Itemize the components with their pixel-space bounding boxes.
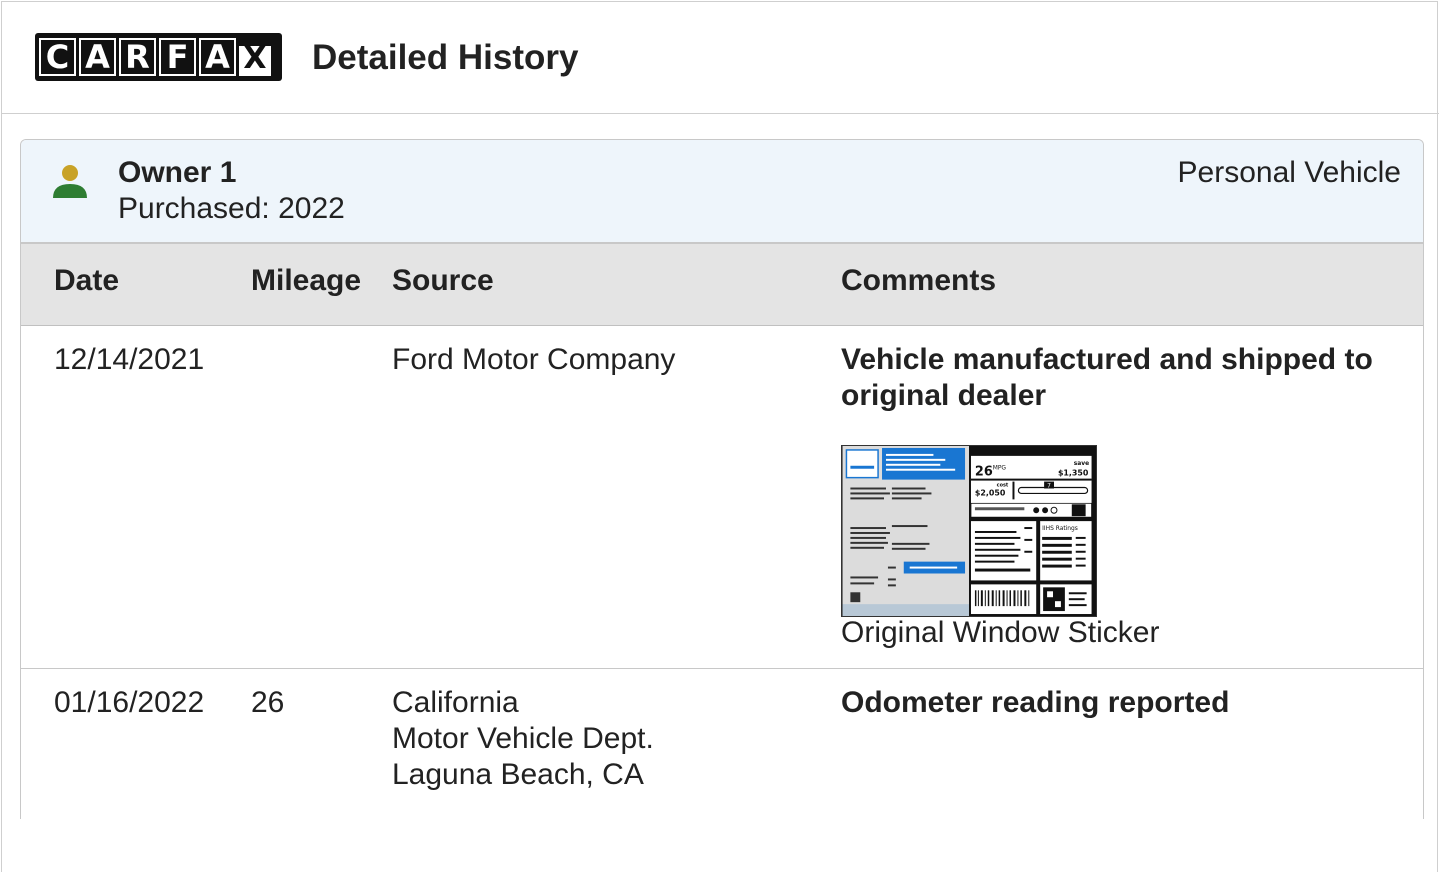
column-header-source: Source: [392, 264, 494, 297]
owner-history-card: Owner 1 Purchased: 2022 Personal Vehicle…: [20, 139, 1424, 819]
report-header: C A R F A X Detailed History: [2, 2, 1439, 114]
sticker-mpg: 26: [975, 465, 993, 480]
page-title: Detailed History: [312, 38, 579, 77]
column-header-date: Date: [54, 264, 120, 297]
owner-purchased-year: Purchased: 2022: [118, 192, 345, 225]
column-header-comments: Comments: [841, 264, 997, 297]
row-comment: Vehicle manufactured and shipped to orig…: [841, 343, 1373, 412]
sticker-rating: 7: [1047, 483, 1051, 490]
window-sticker-caption[interactable]: Original Window Sticker: [841, 616, 1159, 650]
sticker-ratings-title: IIHS Ratings: [1042, 525, 1078, 532]
owner-summary: Owner 1 Purchased: 2022 Personal Vehicle: [21, 140, 1423, 244]
carfax-logo: C A R F A X: [35, 33, 282, 81]
row-mileage: 26: [251, 686, 285, 719]
vehicle-use-type: Personal Vehicle: [1177, 156, 1401, 189]
sticker-save: $1,350: [1058, 469, 1089, 478]
window-sticker-thumbnail[interactable]: 26 MPG save $1,350 cost $2,050 7 IIHS Ra…: [841, 445, 1097, 617]
person-icon: [53, 165, 87, 198]
source-line: Motor Vehicle Dept.: [392, 722, 654, 755]
sticker-save-label: save: [1074, 460, 1089, 467]
sticker-cost: $2,050: [975, 488, 1006, 497]
logo-letter: C: [39, 38, 76, 76]
source-line: California: [392, 686, 519, 719]
source-line: Laguna Beach, CA: [392, 758, 644, 791]
logo-letter: X: [239, 44, 271, 76]
table-header: Date Mileage Source Comments: [21, 244, 1423, 326]
history-page: C A R F A X Detailed History Owner 1 Pur…: [1, 1, 1439, 872]
logo-letter: F: [159, 38, 196, 76]
row-source: Ford Motor Company: [392, 342, 675, 378]
source-line: Ford Motor Company: [392, 343, 676, 376]
table-row: 12/14/2021 Ford Motor Company Vehicle ma…: [21, 326, 1423, 669]
row-date: 12/14/2021: [54, 343, 205, 376]
row-source: California Motor Vehicle Dept. Laguna Be…: [392, 685, 654, 793]
logo-letter: A: [79, 38, 116, 76]
owner-name: Owner 1: [118, 156, 237, 189]
row-date: 01/16/2022: [54, 686, 205, 719]
logo-letter: A: [199, 38, 236, 76]
column-header-mileage: Mileage: [251, 264, 362, 297]
table-row: 01/16/2022 26 California Motor Vehicle D…: [21, 669, 1423, 819]
row-comment: Odometer reading reported: [841, 686, 1230, 719]
sticker-mpg-unit: MPG: [993, 465, 1007, 472]
logo-letter: R: [119, 38, 156, 76]
